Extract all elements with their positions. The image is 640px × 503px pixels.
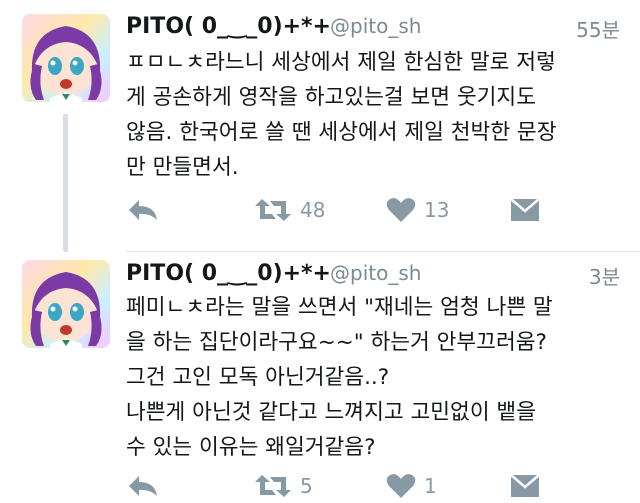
- display-name[interactable]: PITO( 0_‿_0)+*+: [126, 14, 331, 39]
- display-name[interactable]: PITO( 0_‿_0)+*+: [126, 261, 331, 286]
- direct-message-button[interactable]: [510, 473, 540, 499]
- retweet-icon: [255, 475, 291, 497]
- retweet-button[interactable]: 48: [254, 197, 325, 223]
- tweet-actions: 48 13: [126, 197, 626, 227]
- tweet-text-line: ㅍㅁㄴㅊ라느니 세상에서 제일 한심한 말로 저렇: [126, 50, 556, 75]
- avatar[interactable]: [22, 14, 110, 102]
- reply-button[interactable]: [126, 197, 160, 223]
- tweet-text-line: 않음. 한국어로 쓸 땐 세상에서 제일 천박한 문장: [126, 120, 557, 145]
- reply-button[interactable]: [126, 473, 160, 499]
- envelope-icon: [510, 198, 540, 221]
- tweet-1[interactable]: PITO( 0_‿_0)+*+ @pito_sh 55분 ㅍㅁㄴㅊ라느니 세상에…: [0, 0, 640, 252]
- retweet-icon: [255, 199, 291, 221]
- tweet-text-line: 나쁜게 아닌것 같다고 느껴지고 고민없이 뱉을: [126, 400, 536, 425]
- username-handle[interactable]: @pito_sh: [330, 261, 421, 285]
- avatar[interactable]: [22, 260, 110, 348]
- tweet-2[interactable]: PITO( 0_‿_0)+*+ @pito_sh 3분 페미ㄴㅊ라는 말을 쓰면…: [0, 252, 640, 501]
- tweet-text-line: 수 있는 이유는 왜일거같음?: [126, 435, 376, 460]
- reply-arrow-icon: [129, 476, 157, 496]
- tweet-text-line: 페미ㄴㅊ라는 말을 쓰면서 "재네는 엄청 나쁜 말: [126, 295, 553, 320]
- like-count: 1: [424, 474, 437, 498]
- like-count: 13: [424, 198, 450, 222]
- anime-avatar-image: [30, 26, 102, 102]
- retweet-count: 5: [300, 474, 313, 498]
- timestamp[interactable]: 55분: [576, 14, 620, 43]
- envelope-icon: [510, 474, 540, 497]
- tweet-text-line: 게 공손하게 영작을 하고있는걸 보면 웃기지도: [126, 85, 536, 110]
- tweet-text: ㅍㅁㄴㅊ라느니 세상에서 제일 한심한 말로 저렇 게 공손하게 영작을 하고있…: [126, 45, 626, 185]
- tweet-actions: 5 1: [126, 473, 626, 503]
- like-button[interactable]: 13: [386, 197, 449, 223]
- like-button[interactable]: 1: [386, 473, 437, 499]
- reply-arrow-icon: [129, 200, 157, 220]
- tweet-text: 페미ㄴㅊ라는 말을 쓰면서 "재네는 엄청 나쁜 말 을 하는 집단이라구요~~…: [126, 290, 626, 465]
- anime-avatar-image: [30, 272, 102, 348]
- heart-icon: [386, 198, 416, 222]
- retweet-button[interactable]: 5: [254, 473, 313, 499]
- heart-icon: [386, 474, 416, 498]
- timestamp[interactable]: 3분: [589, 261, 620, 290]
- direct-message-button[interactable]: [510, 197, 540, 223]
- tweet-text-line: 을 하는 집단이라구요~~" 하는거 안부끄러움?: [126, 330, 547, 355]
- tweet-text-line: 만 만들면서.: [126, 155, 239, 180]
- username-handle[interactable]: @pito_sh: [330, 14, 421, 38]
- thread-connector-line: [63, 114, 68, 252]
- retweet-count: 48: [300, 198, 326, 222]
- tweet-text-line: 그건 고인 모독 아닌거같음..?: [126, 365, 390, 390]
